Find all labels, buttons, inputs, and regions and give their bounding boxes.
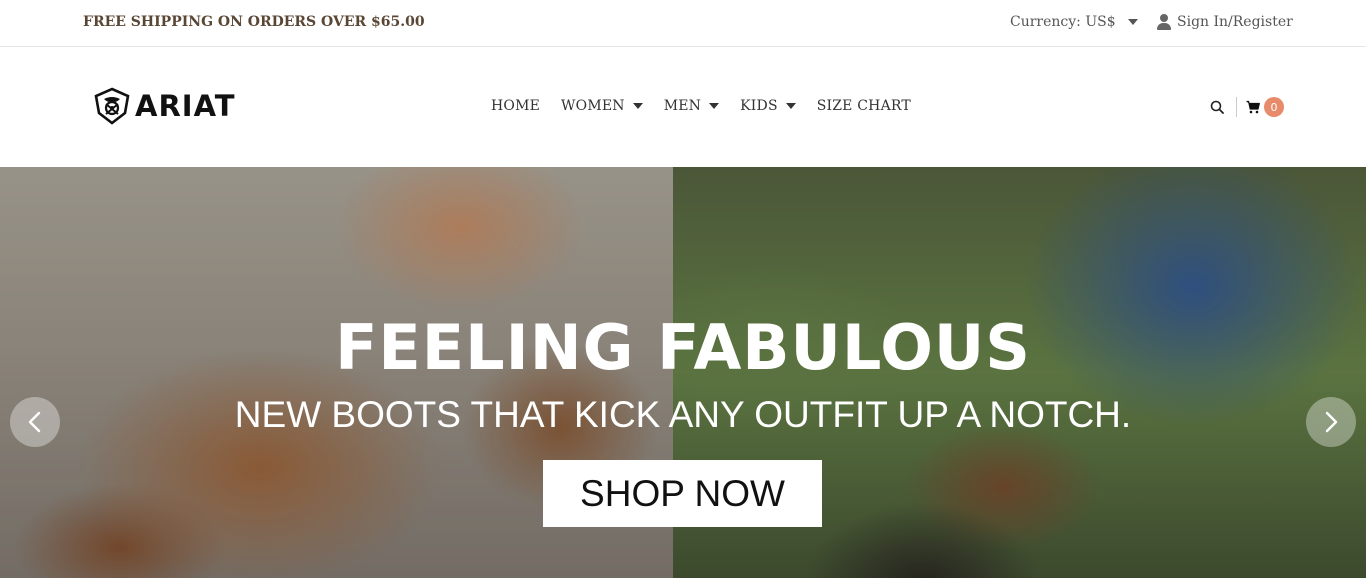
carousel-prev-button[interactable] [10,397,60,447]
free-shipping-banner: FREE SHIPPING ON ORDERS OVER $65.00 [83,14,425,30]
hero-subtitle: NEW BOOTS THAT KICK ANY OUTFIT UP A NOTC… [234,394,1132,435]
chevron-down-icon [785,103,796,109]
cart-button[interactable]: 0 [1246,97,1284,117]
hero-carousel: FEELING FABULOUS NEW BOOTS THAT KICK ANY… [0,167,1366,578]
currency-selector[interactable]: Currency: US$ [1010,14,1138,30]
chevron-right-icon [1325,411,1338,433]
main-nav: HOME WOMEN MEN KIDS SIZE CHART [491,98,932,114]
nav-size-chart[interactable]: SIZE CHART [817,98,911,114]
nav-women-label: WOMEN [561,98,625,114]
search-icon[interactable] [1210,100,1224,114]
top-bar: FREE SHIPPING ON ORDERS OVER $65.00 Curr… [0,0,1366,47]
nav-kids[interactable]: KIDS [740,98,796,114]
currency-label: Currency: US$ [1010,14,1116,30]
nav-home[interactable]: HOME [491,98,540,114]
horse-shield-icon [94,87,130,125]
nav-kids-label: KIDS [740,98,778,114]
nav-men-label: MEN [663,98,702,114]
nav-men[interactable]: MEN [663,98,720,114]
hero-title: FEELING FABULOUS [335,311,1031,384]
cart-count-badge: 0 [1264,97,1284,117]
user-icon [1157,14,1171,30]
shop-now-button[interactable]: SHOP NOW [543,460,822,527]
chevron-left-icon [28,411,41,433]
chevron-down-icon [632,103,643,109]
logo-wordmark: ARIAT [135,88,236,123]
carousel-next-button[interactable] [1306,397,1356,447]
cart-icon [1246,100,1260,114]
chevron-down-icon [1127,19,1138,25]
header-divider [1236,97,1237,117]
nav-home-label: HOME [491,98,541,114]
main-header: ARIAT HOME WOMEN MEN KIDS SIZE CHART 0 [0,47,1366,167]
chevron-down-icon [709,103,720,109]
sign-in-link[interactable]: Sign In/Register [1157,14,1293,30]
nav-women[interactable]: WOMEN [561,98,643,114]
sign-in-label: Sign In/Register [1177,14,1293,30]
nav-size-chart-label: SIZE CHART [816,98,911,114]
ariat-logo[interactable]: ARIAT [93,87,236,125]
